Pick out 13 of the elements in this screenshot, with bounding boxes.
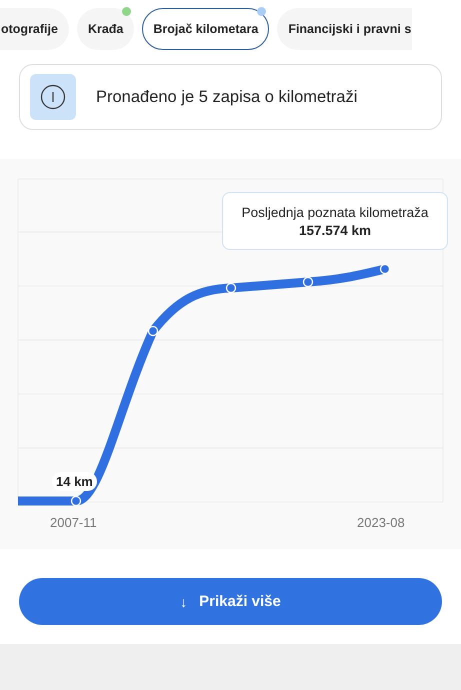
show-more-button[interactable]: ↓ Prikaži više [19, 578, 442, 625]
tooltip-value: 157.574 km [298, 222, 372, 238]
filter-tab[interactable]: Financijski i pravni s [277, 8, 412, 50]
filter-tab[interactable]: otografije [0, 8, 69, 50]
info-text: Pronađeno je 5 zapisa o kilometraži [96, 88, 358, 106]
filter-tab[interactable]: Krađa [76, 8, 134, 50]
tooltip-title: Posljednja poznata kilometraža [242, 204, 428, 220]
x-axis-label: 2023-08 [357, 515, 405, 530]
point-label: 14 km [52, 472, 97, 491]
arrow-down-icon: ↓ [180, 594, 188, 610]
filter-tab[interactable]: Brojač kilometara [142, 8, 270, 50]
x-axis-label: 2007-11 [50, 515, 97, 530]
info-icon [30, 74, 76, 120]
